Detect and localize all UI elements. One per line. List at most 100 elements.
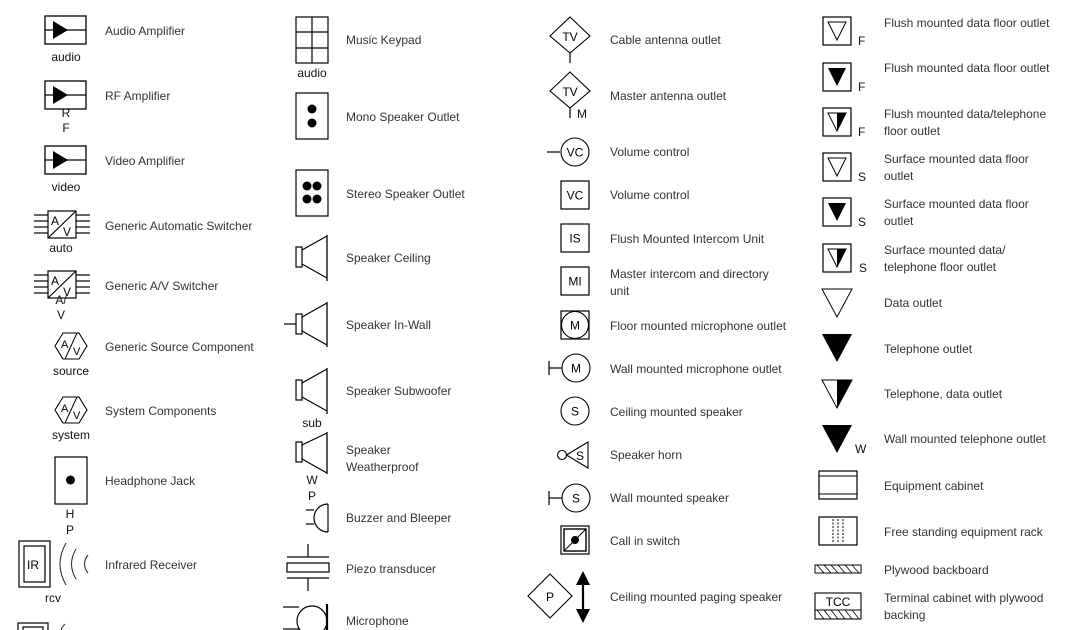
weatherproof-speaker-icon <box>295 432 328 474</box>
mono-outlet-icon <box>295 92 329 140</box>
symbol-label: Audio Amplifier <box>105 24 186 38</box>
data-floor-outlet-filled-icon <box>822 62 852 92</box>
symbol-label: Microphone <box>346 614 409 628</box>
amplifier-icon <box>44 145 87 175</box>
symbol-label: Speaker Weatherproof <box>346 443 419 474</box>
svg-text:A: A <box>51 274 59 288</box>
symbol-caption: audio <box>51 50 81 64</box>
symbol-label: Master intercom and directory unit <box>610 267 769 298</box>
symbol-caption: auto <box>49 241 73 255</box>
symbol-label: Mono Speaker Outlet <box>346 110 460 124</box>
symbol-label: Volume control <box>610 188 690 202</box>
symbol-label: Generic A/V Switcher <box>105 279 219 293</box>
symbol-caption: rcv <box>45 591 61 605</box>
symbol-label: Generic Automatic Switcher <box>105 219 253 233</box>
piezo-icon <box>286 544 330 591</box>
ceiling-speaker-icon: S <box>560 396 590 426</box>
symbol-label: Flush mounted data floor outlet <box>884 16 1050 30</box>
data-telephone-floor-outlet-icon <box>822 107 852 137</box>
svg-text:A: A <box>61 403 69 415</box>
svg-text:TV: TV <box>562 30 577 44</box>
symbol-label: Master antenna outlet <box>610 89 727 103</box>
symbol-label: Flush mounted data floor outlet <box>884 61 1050 75</box>
symbol-label: Plywood backboard <box>884 563 989 577</box>
symbol-label: Call in switch <box>610 534 681 548</box>
symbol-label: Speaker Subwoofer <box>346 384 452 398</box>
master-intercom-icon: MI <box>560 266 590 296</box>
svg-text:M: M <box>571 362 581 376</box>
plywood-backboard-icon <box>814 564 862 574</box>
microphone-icon <box>283 604 329 630</box>
symbol-label: Speaker horn <box>610 448 683 462</box>
symbol-label: Surface mounted data floor outlet <box>884 152 1029 183</box>
svg-text:IS: IS <box>569 232 580 246</box>
symbol-label: Video Amplifier <box>105 154 185 168</box>
floor-microphone-icon: M <box>560 310 590 340</box>
svg-text:VC: VC <box>567 189 584 203</box>
symbol-label: Music Keypad <box>346 33 422 47</box>
terminal-cabinet-icon: TCC <box>814 592 862 620</box>
source-component-icon: A V <box>54 332 88 360</box>
surface-data-telephone-outlet-icon <box>822 243 852 273</box>
svg-text:MI: MI <box>568 275 581 289</box>
symbol-label: Equipment cabinet <box>884 479 984 493</box>
volume-control-box-icon: VC <box>560 180 590 210</box>
buzzer-icon <box>306 503 329 533</box>
symbol-label: Speaker In-Wall <box>346 318 431 332</box>
stereo-outlet-icon <box>295 169 329 217</box>
system-component-icon: A V <box>54 396 88 424</box>
wall-microphone-icon: M <box>548 353 591 383</box>
symbol-label: Telephone outlet <box>884 342 973 356</box>
symbol-label: Piezo transducer <box>346 562 437 576</box>
headphone-jack-icon <box>54 456 88 505</box>
symbol-tag: M <box>577 107 587 121</box>
svg-text:A: A <box>51 214 59 228</box>
intercom-icon: IS <box>560 223 590 253</box>
symbol-label: Surface mounted data floor outlet <box>884 197 1029 228</box>
symbol-label: Headphone Jack <box>105 474 196 488</box>
keypad-icon <box>295 16 329 64</box>
symbol-label: Volume control <box>610 145 690 159</box>
svg-text:VC: VC <box>567 146 584 160</box>
symbol-tag: S <box>858 215 867 229</box>
symbol-label: Data outlet <box>884 296 943 310</box>
symbol-label: Ceiling mounted paging speaker <box>610 590 783 604</box>
symbol-caption: R F <box>61 106 71 135</box>
switcher-icon: A V <box>34 210 90 239</box>
data-floor-outlet-icon <box>822 16 852 46</box>
symbol-caption: A/ V <box>55 293 67 322</box>
symbol-label: RF Amplifier <box>105 89 171 103</box>
symbol-caption: W P <box>306 473 318 503</box>
symbol-caption: sub <box>302 416 322 430</box>
svg-text:A: A <box>61 339 69 351</box>
speaker-in-wall-icon <box>284 302 328 347</box>
surface-data-outlet-filled-icon <box>822 197 852 227</box>
symbol-label: Wall mounted telephone outlet <box>884 432 1046 446</box>
symbol-tag: W <box>855 442 867 456</box>
symbol-caption: audio <box>297 66 327 80</box>
equipment-cabinet-icon <box>818 470 858 500</box>
svg-text:TV: TV <box>562 85 577 99</box>
volume-control-icon: VC <box>547 137 590 167</box>
telephone-outlet-icon <box>822 334 852 362</box>
svg-text:V: V <box>63 225 71 239</box>
svg-text:P: P <box>546 590 554 604</box>
symbol-label: System Components <box>105 404 217 418</box>
subwoofer-icon <box>295 368 328 414</box>
symbol-tag: S <box>859 261 868 275</box>
svg-text:IR: IR <box>27 558 39 572</box>
symbol-label: Infrared Receiver <box>105 558 198 572</box>
wall-telephone-outlet-icon <box>822 425 852 453</box>
symbol-label: Stereo Speaker Outlet <box>346 187 465 201</box>
svg-text:V: V <box>73 410 81 422</box>
symbol-tag: F <box>858 125 866 139</box>
data-outlet-icon <box>821 288 853 319</box>
symbol-label: Wall mounted microphone outlet <box>610 362 782 376</box>
partial-symbol-icon <box>17 622 66 630</box>
symbol-caption: source <box>52 364 90 378</box>
svg-text:M: M <box>570 319 580 333</box>
telephone-data-outlet-icon <box>821 379 853 410</box>
symbol-label: Telephone, data outlet <box>884 387 1003 401</box>
symbol-label: Buzzer and Bleeper <box>346 511 452 525</box>
svg-text:V: V <box>73 346 81 358</box>
